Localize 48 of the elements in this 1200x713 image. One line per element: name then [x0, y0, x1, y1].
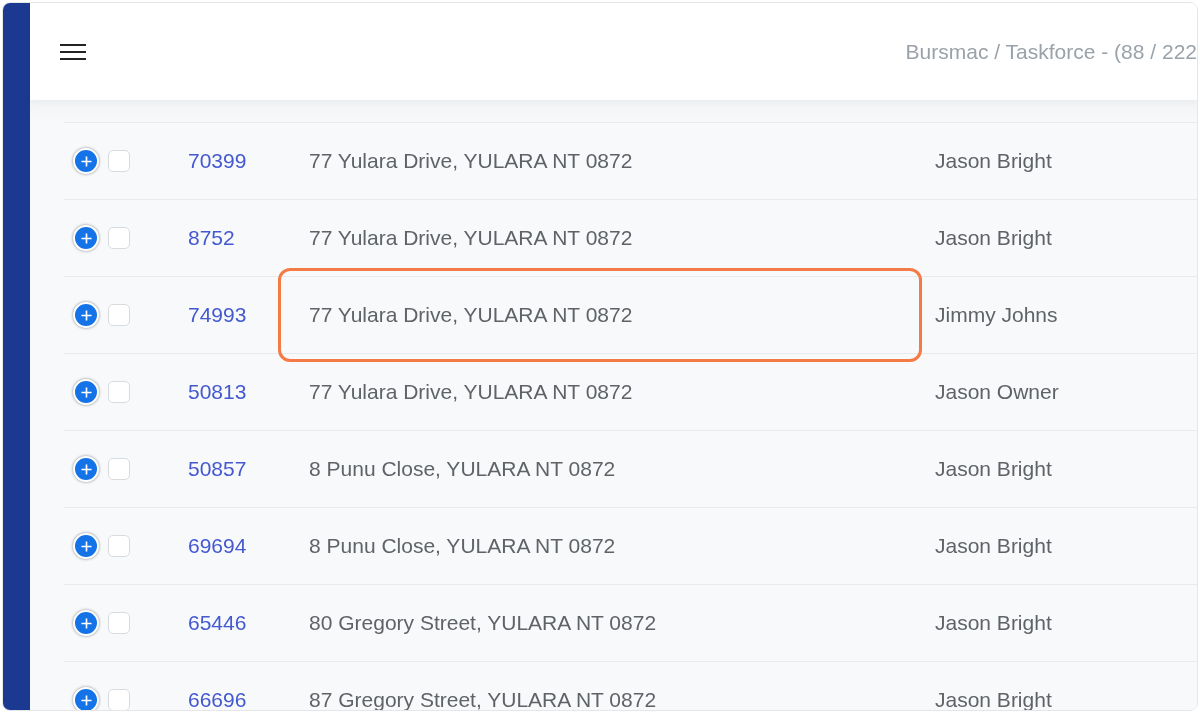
owner-name: Jimmy Johns [935, 303, 1058, 326]
checkbox[interactable] [108, 535, 130, 557]
expand-button[interactable] [73, 148, 99, 174]
expand-button[interactable] [73, 610, 99, 636]
checkbox[interactable] [108, 689, 130, 710]
expand-button[interactable] [73, 687, 99, 710]
checkbox[interactable] [108, 227, 130, 249]
owner-name: Jason Bright [935, 226, 1052, 249]
record-id-link[interactable]: 66696 [188, 688, 247, 710]
expand-button[interactable] [73, 302, 99, 328]
checkbox[interactable] [108, 304, 130, 326]
record-id-link[interactable]: 8752 [188, 226, 235, 249]
plus-icon [80, 309, 92, 321]
owner-name: Jason Bright [935, 149, 1052, 172]
expand-button[interactable] [73, 456, 99, 482]
record-id-link[interactable]: 70399 [188, 149, 247, 172]
checkbox[interactable] [108, 381, 130, 403]
address-text: 8 Punu Close, YULARA NT 0872 [309, 534, 616, 558]
plus-icon [80, 463, 92, 475]
plus-icon [80, 386, 92, 398]
plus-icon [80, 232, 92, 244]
owner-name: Jason Owner [935, 380, 1059, 403]
owner-name: Jason Bright [935, 611, 1052, 634]
address-text: 80 Gregory Street, YULARA NT 0872 [309, 611, 657, 635]
address-text: 77 Yulara Drive, YULARA NT 0872 [309, 303, 633, 327]
checkbox[interactable] [108, 150, 130, 172]
checkbox[interactable] [108, 458, 130, 480]
page-title: Bursmac / Taskforce - (88 / 222 [905, 39, 1197, 64]
record-id-link[interactable]: 69694 [188, 534, 247, 557]
record-id-link[interactable]: 50813 [188, 380, 247, 403]
owner-name: Jason Bright [935, 457, 1052, 480]
address-text: 8 Punu Close, YULARA NT 0872 [309, 457, 616, 481]
address-text: 77 Yulara Drive, YULARA NT 0872 [309, 226, 633, 250]
plus-icon [80, 540, 92, 552]
expand-button[interactable] [73, 225, 99, 251]
address-text: 77 Yulara Drive, YULARA NT 0872 [309, 380, 633, 404]
owner-name: Jason Bright [935, 534, 1052, 557]
menu-icon[interactable] [60, 43, 86, 60]
plus-icon [80, 155, 92, 167]
expand-button[interactable] [73, 379, 99, 405]
expand-button[interactable] [73, 533, 99, 559]
address-text: 77 Yulara Drive, YULARA NT 0872 [309, 149, 633, 173]
plus-icon [80, 617, 92, 629]
record-id-link[interactable]: 65446 [188, 611, 247, 634]
plus-icon [80, 694, 92, 706]
record-id-link[interactable]: 74993 [188, 303, 247, 326]
record-id-link[interactable]: 50857 [188, 457, 247, 480]
checkbox[interactable] [108, 612, 130, 634]
